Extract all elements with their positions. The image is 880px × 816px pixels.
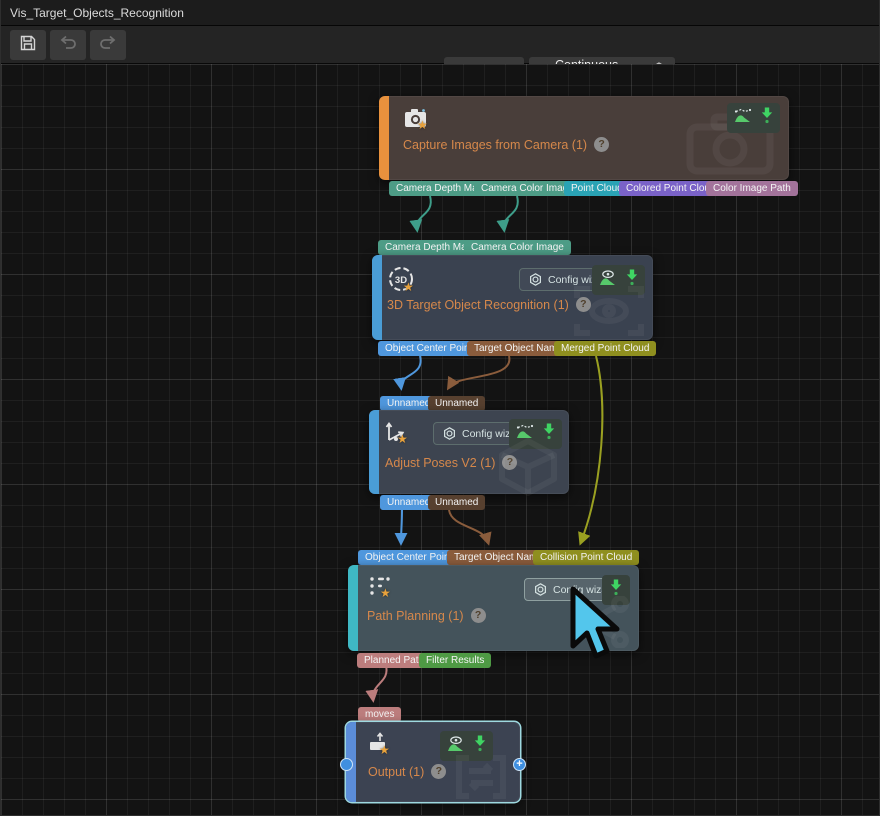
node-title-row: 3D Target Object Recognition (1) ? (387, 297, 591, 312)
redo-button[interactable] (90, 30, 126, 60)
wire-depth-map (417, 196, 431, 229)
eye-ghost-icon (574, 284, 644, 343)
port-out-filter-results[interactable]: Filter Results (419, 653, 491, 668)
wizard-gear-icon (529, 273, 542, 286)
node-color-bar (369, 410, 379, 494)
port-in-unnamed-2[interactable]: Unnamed (428, 396, 485, 411)
window-title-bar: Vis_Target_Objects_Recognition (1, 0, 879, 26)
wire-center-points-2 (401, 510, 402, 542)
camera-icon: ★ (403, 106, 429, 135)
node-left-handle[interactable] (340, 758, 353, 771)
scene-visualization-icon[interactable] (734, 108, 752, 128)
eye-visualization-icon[interactable] (447, 736, 465, 757)
exchange-ghost-icon (455, 755, 507, 804)
node-color-bar (379, 96, 389, 180)
help-icon[interactable]: ? (431, 764, 446, 779)
mouse-cursor (569, 586, 647, 669)
app-window: Vis_Target_Objects_Recognition Run Conti… (0, 0, 880, 816)
3d-recognition-icon: 3D ★ (387, 265, 415, 298)
step-run-icon[interactable] (761, 107, 773, 129)
help-icon[interactable]: ? (471, 608, 486, 623)
node-title: Path Planning (1) (367, 609, 464, 623)
star-badge-icon: ★ (397, 432, 408, 446)
help-icon[interactable]: ? (594, 137, 609, 152)
node-graph-canvas[interactable]: ★ Capture Images from Camera (1) ? Camer… (1, 64, 880, 816)
node-adjust-poses-v2[interactable]: ★ Config wizard Adjust Poses V2 (1) ? (369, 410, 569, 494)
node-title-row: Path Planning (1) ? (367, 608, 486, 623)
star-badge-icon: ★ (379, 743, 390, 757)
port-in-collision-point-cloud[interactable]: Collision Point Cloud (533, 550, 639, 565)
waypoints-icon: ★ (368, 576, 392, 603)
node-3d-target-object-recognition[interactable]: 3D ★ Config wizard 3D Target Object Reco… (372, 255, 653, 340)
port-in-moves[interactable]: moves (358, 707, 401, 722)
send-output-icon: ★ (368, 731, 392, 760)
node-corner-buttons (727, 103, 780, 133)
node-capture-images-from-camera[interactable]: ★ Capture Images from Camera (1) ? (379, 96, 789, 180)
node-add-output-handle[interactable]: + (513, 758, 526, 771)
cube-ghost-icon (492, 437, 564, 502)
node-title-row: Capture Images from Camera (1) ? (403, 137, 609, 152)
undo-icon (59, 35, 77, 56)
node-output[interactable]: ★ Output (1) ? (346, 722, 520, 802)
node-title: Output (1) (368, 765, 424, 779)
star-badge-icon: ★ (417, 118, 428, 132)
node-color-bar (348, 565, 358, 651)
port-out-color-image-path[interactable]: Color Image Path (706, 181, 798, 196)
node-title: Capture Images from Camera (1) (403, 138, 587, 152)
wire-color-image (504, 196, 518, 229)
wire-planned-path (373, 666, 387, 699)
save-icon (19, 34, 37, 57)
star-badge-icon: ★ (380, 586, 391, 600)
node-color-bar (372, 255, 382, 340)
wizard-gear-icon (534, 583, 547, 596)
wire-merged-point-cloud (581, 356, 602, 542)
port-out-unnamed-2[interactable]: Unnamed (428, 495, 485, 510)
save-button[interactable] (10, 30, 46, 60)
port-in-camera-color-image[interactable]: Camera Color Image (464, 240, 571, 255)
toolbar: Run Continuous Run (1, 26, 879, 64)
redo-icon (99, 35, 117, 56)
node-title: 3D Target Object Recognition (1) (387, 298, 569, 312)
node-title-row: Output (1) ? (368, 764, 446, 779)
wire-object-names-2 (449, 510, 488, 542)
wire-object-names-1 (449, 356, 509, 387)
port-out-merged-point-cloud[interactable]: Merged Point Cloud (554, 341, 656, 356)
wire-center-points-1 (401, 356, 421, 387)
axes-icon: ★ (385, 420, 409, 449)
step-run-icon[interactable] (474, 735, 486, 757)
undo-button[interactable] (50, 30, 86, 60)
node-title: Adjust Poses V2 (1) (385, 456, 495, 470)
wizard-gear-icon (443, 427, 456, 440)
star-badge-icon: ★ (403, 280, 414, 294)
window-title: Vis_Target_Objects_Recognition (10, 6, 184, 20)
